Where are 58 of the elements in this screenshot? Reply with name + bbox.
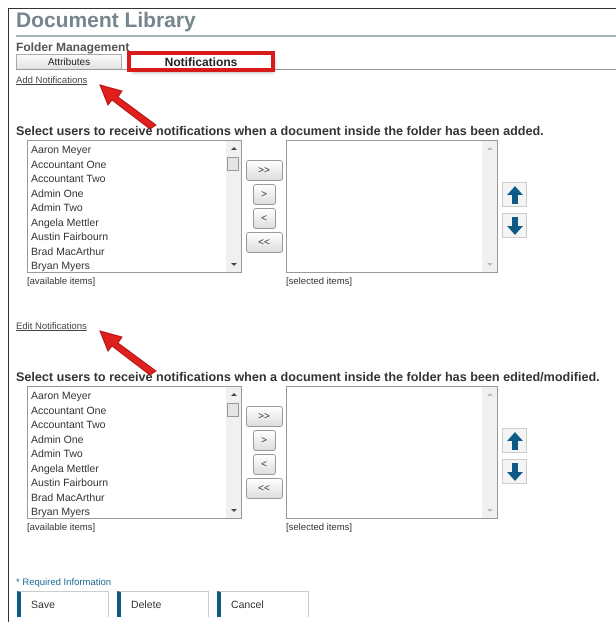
move-button[interactable]: > [252, 184, 276, 205]
scrollbar[interactable] [482, 387, 497, 518]
section-title: Folder Management [16, 40, 130, 54]
list-item[interactable]: Aaron Meyer [31, 389, 223, 404]
action-button[interactable]: Delete [117, 591, 209, 617]
list-caption: [available items] [27, 276, 96, 287]
list-item[interactable]: Admin Two [31, 447, 223, 462]
list-item[interactable]: Bryan Myers [31, 259, 223, 274]
move-button[interactable]: >> [246, 160, 282, 181]
section-heading: Select users to receive notifications when a document inside the folder has been edited/modified. [16, 370, 601, 385]
available-list[interactable]: Aaron Meyer Accountant One Accountant Two Admin One Admin Two Angela Mettler Austin Fairbourn Brad MacArthur Bryan Myers [27, 386, 242, 519]
move-button[interactable]: << [246, 232, 282, 253]
tab[interactable]: Attributes [16, 54, 122, 69]
list-item[interactable]: Austin Fairbourn [31, 230, 223, 244]
notifications-link[interactable]: Edit Notifications [16, 321, 87, 332]
move-button[interactable]: > [252, 430, 276, 451]
list-item[interactable]: Admin One [31, 432, 223, 447]
scrollbar[interactable] [226, 141, 241, 272]
move-button[interactable]: < [252, 208, 276, 229]
page-title: Document Library [16, 9, 616, 37]
move-button[interactable]: >> [246, 406, 282, 427]
list-item[interactable]: Aaron Meyer [31, 143, 223, 158]
scrollbar[interactable] [226, 387, 241, 518]
list-item[interactable]: Angela Mettler [31, 216, 223, 230]
list-item[interactable]: Brad MacArthur [31, 490, 223, 505]
move-button[interactable]: < [252, 454, 276, 475]
list-item[interactable]: Austin Fairbourn [31, 476, 223, 490]
list-item[interactable]: Accountant One [31, 404, 223, 418]
list-item[interactable]: Bryan Myers [31, 505, 223, 520]
move-up-button[interactable] [502, 182, 527, 207]
move-down-button[interactable] [502, 213, 527, 238]
down-arrow-icon [506, 216, 524, 236]
notifications-link[interactable]: Add Notifications [16, 75, 88, 86]
action-button[interactable]: Save [17, 591, 109, 617]
list-item[interactable]: Admin Two [31, 201, 223, 216]
down-arrow-icon [506, 462, 524, 482]
list-item[interactable]: Accountant Two [31, 418, 223, 432]
available-list[interactable]: Aaron Meyer Accountant One Accountant Two Admin One Admin Two Angela Mettler Austin Fairbourn Brad MacArthur Bryan Myers [27, 140, 242, 273]
list-item[interactable]: Accountant Two [31, 172, 223, 186]
required-note: * Required Information [16, 577, 112, 588]
section-heading: Select users to receive notifications when a document inside the folder has been added. [16, 124, 545, 139]
list-item[interactable]: Accountant One [31, 158, 223, 172]
tab[interactable]: Notifications [130, 54, 272, 69]
list-item[interactable]: Admin One [31, 186, 223, 201]
move-button[interactable]: << [246, 478, 282, 499]
scrollbar[interactable] [482, 141, 497, 272]
selected-list[interactable] [286, 386, 498, 519]
move-down-button[interactable] [502, 459, 527, 484]
up-arrow-icon [506, 184, 524, 204]
list-caption: [available items] [27, 522, 96, 533]
action-button[interactable]: Cancel [217, 591, 309, 617]
list-item[interactable]: Brad MacArthur [31, 244, 223, 259]
selected-list[interactable] [286, 140, 498, 273]
move-up-button[interactable] [502, 428, 527, 453]
list-caption: [selected items] [286, 276, 353, 287]
list-caption: [selected items] [286, 522, 353, 533]
up-arrow-icon [506, 430, 524, 450]
list-item[interactable]: Angela Mettler [31, 462, 223, 476]
